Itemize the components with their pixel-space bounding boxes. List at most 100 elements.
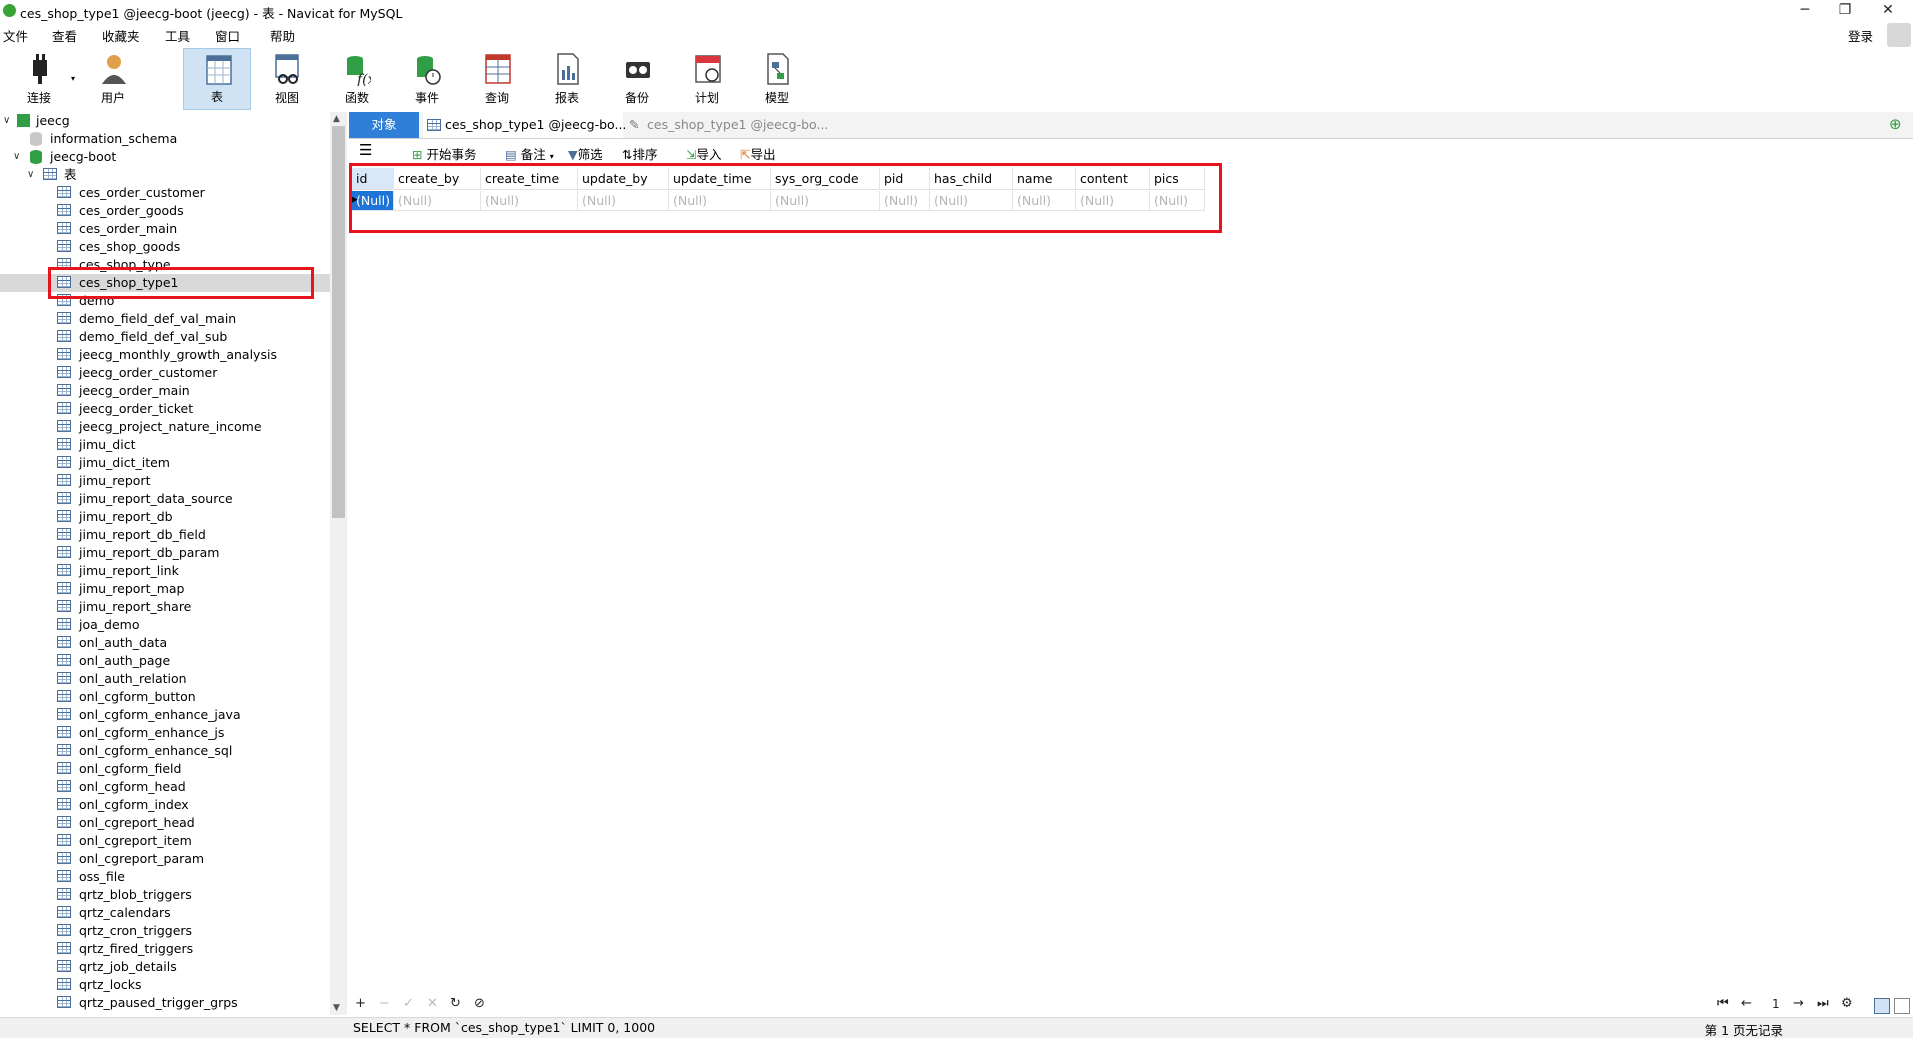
menu-tools[interactable]: 工具	[165, 26, 190, 45]
tree-table-item[interactable]: onl_cgform_enhance_js	[0, 724, 330, 742]
tab-table-design[interactable]: ✎ ces_shop_type1 @jeecg-bo...	[625, 112, 828, 138]
import-button[interactable]: ⇲导入	[686, 144, 722, 163]
tree-connection-jeecg[interactable]: ∨ jeecg	[0, 112, 330, 130]
tree-table-item[interactable]: jimu_report_share	[0, 598, 330, 616]
menu-favorites[interactable]: 收藏夹	[102, 26, 140, 45]
tree-table-item[interactable]: onl_cgform_button	[0, 688, 330, 706]
tree-table-item[interactable]: qrtz_locks	[0, 976, 330, 994]
chevron-down-icon[interactable]: ∨	[27, 166, 34, 184]
discard-changes-button[interactable]: ✕	[427, 996, 438, 1011]
minimize-button[interactable]: ─	[1785, 0, 1825, 22]
tree-scrollbar[interactable]: ▲ ▼	[330, 112, 347, 1015]
page-number-field[interactable]: 1	[1772, 997, 1780, 1011]
tree-table-item[interactable]: demo_field_def_val_main	[0, 310, 330, 328]
tree-table-item[interactable]: jeecg_order_main	[0, 382, 330, 400]
tree-table-item[interactable]: onl_auth_page	[0, 652, 330, 670]
stop-button[interactable]: ⊘	[474, 996, 485, 1011]
tree-table-item[interactable]: oss_file	[0, 868, 330, 886]
menu-view[interactable]: 查看	[52, 26, 77, 45]
begin-transaction-button[interactable]: ⊞ 开始事务	[412, 144, 476, 163]
last-page-button[interactable]: ⏭	[1817, 996, 1829, 1011]
tree-table-item[interactable]: onl_cgform_enhance_sql	[0, 742, 330, 760]
tree-table-item[interactable]: qrtz_calendars	[0, 904, 330, 922]
scroll-up-arrow-icon[interactable]: ▲	[333, 114, 340, 124]
toolbar-connect-button[interactable]: ▾ 连接	[5, 48, 75, 110]
form-view-icon[interactable]	[1894, 998, 1910, 1014]
tab-objects[interactable]: 对象	[349, 112, 419, 138]
tree-table-item[interactable]: jimu_dict_item	[0, 454, 330, 472]
tree-table-item[interactable]: jimu_report_data_source	[0, 490, 330, 508]
tree-table-item[interactable]: onl_cgform_head	[0, 778, 330, 796]
grid-view-icon[interactable]	[1874, 998, 1890, 1014]
tree-table-item[interactable]: onl_cgreport_item	[0, 832, 330, 850]
tree-table-item[interactable]: onl_auth_data	[0, 634, 330, 652]
avatar[interactable]	[1887, 23, 1911, 47]
tree-database-jeecg-boot[interactable]: ∨ jeecg-boot	[0, 148, 330, 166]
tree-table-item[interactable]: ces_order_customer	[0, 184, 330, 202]
toolbar-function-button[interactable]: f(x) 函数	[323, 48, 391, 110]
first-page-button[interactable]: ⏮	[1717, 996, 1729, 1011]
menu-help[interactable]: 帮助	[270, 26, 295, 45]
tree-table-item[interactable]: onl_cgreport_head	[0, 814, 330, 832]
tree-tables-folder[interactable]: ∨ 表	[0, 166, 330, 184]
toolbar-backup-button[interactable]: 备份	[603, 48, 671, 110]
tree-table-item[interactable]: qrtz_cron_triggers	[0, 922, 330, 940]
refresh-button[interactable]: ↻	[450, 996, 461, 1011]
tab-table-data[interactable]: ces_shop_type1 @jeecg-bo...	[423, 112, 626, 138]
tree-table-item[interactable]: onl_cgform_index	[0, 796, 330, 814]
tree-table-item[interactable]: jeecg_order_customer	[0, 364, 330, 382]
delete-record-button[interactable]: −	[379, 996, 390, 1011]
tree-table-item[interactable]: jeecg_monthly_growth_analysis	[0, 346, 330, 364]
login-link[interactable]: 登录	[1848, 26, 1873, 45]
toolbar-user-button[interactable]: 用户	[79, 48, 147, 110]
tree-table-item[interactable]: ces_order_main	[0, 220, 330, 238]
toolbar-model-button[interactable]: 模型	[743, 48, 811, 110]
tree-table-item[interactable]: jeecg_order_ticket	[0, 400, 330, 418]
chevron-down-icon[interactable]: ∨	[3, 112, 10, 130]
tree-table-item[interactable]: jeecg_project_nature_income	[0, 418, 330, 436]
tree-table-item[interactable]: jimu_report	[0, 472, 330, 490]
add-record-button[interactable]: +	[355, 996, 366, 1011]
previous-page-button[interactable]: ←	[1741, 996, 1752, 1011]
apply-changes-button[interactable]: ✓	[403, 996, 414, 1011]
close-button[interactable]: ✕	[1868, 0, 1908, 22]
tree-table-item[interactable]: jimu_report_db_param	[0, 544, 330, 562]
settings-gear-icon[interactable]: ⚙	[1841, 996, 1853, 1011]
tree-table-item[interactable]: jimu_report_db	[0, 508, 330, 526]
chevron-down-icon[interactable]: ∨	[13, 148, 20, 166]
tree-table-item[interactable]: qrtz_fired_triggers	[0, 940, 330, 958]
tree-table-item[interactable]: ces_shop_goods	[0, 238, 330, 256]
maximize-button[interactable]: ❐	[1825, 0, 1865, 22]
tree-database-information-schema[interactable]: information_schema	[0, 130, 330, 148]
toolbar-table-button[interactable]: 表	[183, 48, 251, 110]
scroll-down-arrow-icon[interactable]: ▼	[333, 1003, 340, 1013]
tree-table-item[interactable]: demo_field_def_val_sub	[0, 328, 330, 346]
menu-icon[interactable]: ☰	[359, 141, 372, 159]
tree-table-item[interactable]: onl_cgform_field	[0, 760, 330, 778]
toolbar-event-button[interactable]: 事件	[393, 48, 461, 110]
connect-dropdown-icon[interactable]: ▾	[71, 74, 75, 83]
memo-dropdown-icon[interactable]: ▾	[550, 152, 554, 161]
next-page-button[interactable]: →	[1793, 996, 1804, 1011]
tree-table-item[interactable]: jimu_report_link	[0, 562, 330, 580]
sort-button[interactable]: ⇅排序	[622, 144, 658, 163]
tree-table-item[interactable]: onl_cgform_enhance_java	[0, 706, 330, 724]
tree-table-item[interactable]: onl_auth_relation	[0, 670, 330, 688]
tree-table-item[interactable]: ces_order_goods	[0, 202, 330, 220]
tree-table-item[interactable]: onl_cgreport_param	[0, 850, 330, 868]
export-button[interactable]: ⇱导出	[740, 144, 776, 163]
tree-table-item[interactable]: qrtz_paused_trigger_grps	[0, 994, 330, 1012]
toolbar-report-button[interactable]: 报表	[533, 48, 601, 110]
tree-table-item[interactable]: qrtz_job_details	[0, 958, 330, 976]
toolbar-view-button[interactable]: 视图	[253, 48, 321, 110]
filter-button[interactable]: ▼筛选	[568, 144, 603, 163]
menu-file[interactable]: 文件	[3, 26, 28, 45]
new-object-icon[interactable]: ⊕	[1889, 116, 1905, 132]
menu-window[interactable]: 窗口	[215, 26, 240, 45]
scrollbar-thumb[interactable]	[332, 126, 345, 518]
memo-button[interactable]: ▤ 备注 ▾	[505, 144, 554, 163]
tree-table-item[interactable]: jimu_report_db_field	[0, 526, 330, 544]
tree-table-item[interactable]: jimu_report_map	[0, 580, 330, 598]
toolbar-schedule-button[interactable]: 计划	[673, 48, 741, 110]
toolbar-query-button[interactable]: 查询	[463, 48, 531, 110]
